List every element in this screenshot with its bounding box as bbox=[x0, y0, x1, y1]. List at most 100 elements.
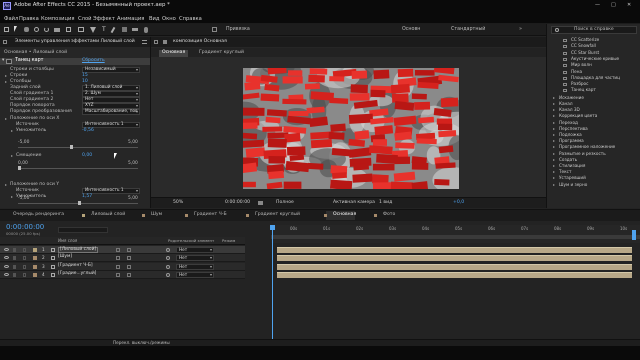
timeline-tab[interactable]: Очередь рендеринга bbox=[6, 211, 64, 220]
pickwhip-icon[interactable] bbox=[166, 256, 170, 261]
slider-b-track[interactable] bbox=[18, 168, 138, 169]
minimize-button[interactable]: — bbox=[595, 3, 600, 8]
eye-icon[interactable] bbox=[4, 272, 9, 276]
close-tab-icon[interactable] bbox=[3, 40, 7, 44]
expand-triangle-icon[interactable]: ▸ bbox=[5, 74, 7, 78]
switches-toggle[interactable]: Перекл. выключ./режимы bbox=[113, 340, 170, 345]
slider-a-thumb[interactable] bbox=[70, 145, 73, 149]
lock-icon[interactable] bbox=[23, 272, 26, 277]
property-value[interactable]: 1,57 bbox=[82, 194, 92, 200]
menu-view[interactable]: Вид bbox=[149, 16, 160, 22]
property-dropdown[interactable]: Масштабирование, пов ▾ bbox=[82, 109, 140, 115]
workspace-standard[interactable]: Стандартный bbox=[451, 27, 485, 33]
effect-preset-item[interactable]: Танец карт bbox=[551, 88, 637, 94]
fx-icon[interactable] bbox=[6, 59, 12, 64]
eye-icon[interactable] bbox=[4, 248, 9, 251]
pickwhip-icon[interactable] bbox=[166, 264, 170, 269]
pan-tool-icon[interactable] bbox=[66, 27, 71, 32]
close-tab-icon[interactable] bbox=[154, 40, 158, 44]
subtab-main[interactable]: Основная bbox=[159, 50, 189, 57]
menu-file[interactable]: Файл bbox=[4, 16, 18, 22]
pen-tool-icon[interactable] bbox=[90, 27, 96, 33]
timeline-timecode[interactable]: 0:00:00:00 bbox=[6, 224, 44, 231]
close-button[interactable]: ✕ bbox=[627, 3, 631, 8]
layer-name[interactable]: [Градиент Ч-Б] bbox=[58, 263, 93, 268]
layer-track[interactable] bbox=[277, 247, 632, 253]
audio-icon[interactable] bbox=[13, 264, 16, 269]
layer-track[interactable] bbox=[277, 263, 632, 270]
parent-dropdown[interactable]: Нет ▾ bbox=[176, 263, 214, 270]
shy-switch-icon[interactable] bbox=[116, 248, 120, 252]
comp-viewer-frame[interactable] bbox=[243, 68, 459, 189]
work-area-bar[interactable] bbox=[271, 235, 640, 239]
fx-switch-icon[interactable] bbox=[127, 256, 131, 261]
text-tool-icon[interactable]: T bbox=[102, 27, 106, 33]
expand-triangle-icon[interactable]: ▸ bbox=[5, 183, 7, 187]
property-value[interactable]: 15 bbox=[82, 73, 88, 79]
eraser-tool-icon[interactable] bbox=[132, 28, 138, 31]
resolution-dropdown[interactable]: Полное bbox=[276, 200, 294, 206]
effect-preset-item[interactable]: Мир волн bbox=[551, 62, 637, 69]
brush-tool-icon[interactable] bbox=[110, 26, 116, 34]
layer-color-icon[interactable] bbox=[33, 248, 37, 252]
stamp-tool-icon[interactable] bbox=[122, 27, 127, 32]
reset-link[interactable]: Сбросить bbox=[82, 58, 105, 64]
workspace-main[interactable]: Основн bbox=[402, 27, 420, 33]
zoom-dropdown[interactable]: 50% bbox=[173, 200, 183, 206]
shy-switch-icon[interactable] bbox=[116, 256, 120, 261]
layer-row[interactable]: 1 [Лиловый слой] Нет ▾ bbox=[0, 246, 245, 254]
parent-dropdown[interactable]: Нет ▾ bbox=[176, 255, 214, 262]
help-search[interactable]: Поиск в справке bbox=[551, 26, 637, 34]
comp-timecode[interactable]: 0:00:00:00 bbox=[225, 200, 250, 206]
layer-color-icon[interactable] bbox=[33, 256, 37, 261]
hand-tool-icon[interactable] bbox=[24, 27, 29, 32]
layer-row[interactable]: 4 [Градие...углый] Нет ▾ bbox=[0, 270, 245, 279]
property-value[interactable]: 0,00 bbox=[82, 153, 92, 159]
lock-icon[interactable] bbox=[23, 256, 26, 261]
audio-icon[interactable] bbox=[13, 272, 16, 277]
fx-switch-icon[interactable] bbox=[127, 264, 131, 269]
menu-composition[interactable]: Композиция bbox=[41, 16, 75, 22]
eye-icon[interactable] bbox=[4, 264, 9, 268]
audio-icon[interactable] bbox=[13, 248, 16, 252]
timeline-tab[interactable]: Градиент круглый bbox=[246, 211, 300, 220]
menu-edit[interactable]: Правка bbox=[19, 16, 39, 22]
mask-tool-icon[interactable] bbox=[78, 27, 84, 32]
expand-triangle-icon[interactable]: ▸ bbox=[11, 129, 13, 133]
shy-switch-icon[interactable] bbox=[116, 264, 120, 269]
expand-triangle-icon[interactable]: ▸ bbox=[11, 154, 13, 158]
fx-switch-icon[interactable] bbox=[127, 272, 131, 277]
fx-switch-icon[interactable] bbox=[127, 248, 131, 252]
views-dropdown[interactable]: 1 вид bbox=[379, 200, 392, 206]
camera-tool-icon[interactable] bbox=[54, 28, 60, 32]
effect-expand-icon[interactable]: ▾ bbox=[2, 58, 4, 64]
lock-icon[interactable] bbox=[23, 248, 26, 252]
workspace-more[interactable]: » bbox=[519, 27, 522, 32]
snap-checkbox[interactable] bbox=[212, 27, 217, 32]
effect-preset-item[interactable]: Акустические кривые bbox=[551, 56, 637, 63]
menu-window[interactable]: Окно bbox=[162, 16, 176, 22]
layer-name-header[interactable]: Имя слоя bbox=[58, 239, 77, 243]
parent-header[interactable]: Родительский элемент bbox=[168, 239, 214, 243]
snapshot-icon[interactable] bbox=[258, 201, 263, 205]
lock-icon[interactable] bbox=[23, 264, 26, 269]
layer-name[interactable]: [Шум] bbox=[58, 254, 72, 259]
layer-color-icon[interactable] bbox=[33, 272, 37, 277]
timeline-tab[interactable]: Шум bbox=[142, 211, 162, 220]
subtab-gradient[interactable]: Градиент круглый bbox=[199, 50, 244, 56]
timeline-tab[interactable]: Фото bbox=[374, 211, 395, 220]
eye-icon[interactable] bbox=[4, 256, 9, 260]
expand-triangle-icon[interactable]: ▸ bbox=[11, 195, 13, 199]
shy-switch-icon[interactable] bbox=[116, 272, 120, 277]
layer-color-icon[interactable] bbox=[33, 264, 37, 269]
menu-effect[interactable]: Эффект bbox=[93, 16, 115, 22]
panel-menu-icon[interactable] bbox=[142, 40, 147, 44]
work-area-end-icon[interactable] bbox=[632, 230, 636, 240]
selection-tool-icon[interactable] bbox=[14, 26, 17, 32]
home-tool-icon[interactable] bbox=[4, 27, 9, 32]
slider-a-track[interactable] bbox=[18, 147, 138, 148]
expand-triangle-icon[interactable]: ▸ bbox=[5, 117, 7, 121]
composition-tab[interactable]: композиция Основная bbox=[151, 37, 547, 47]
zoom-tool-icon[interactable] bbox=[34, 27, 39, 32]
exposure-value[interactable]: +0,0 bbox=[453, 200, 464, 206]
